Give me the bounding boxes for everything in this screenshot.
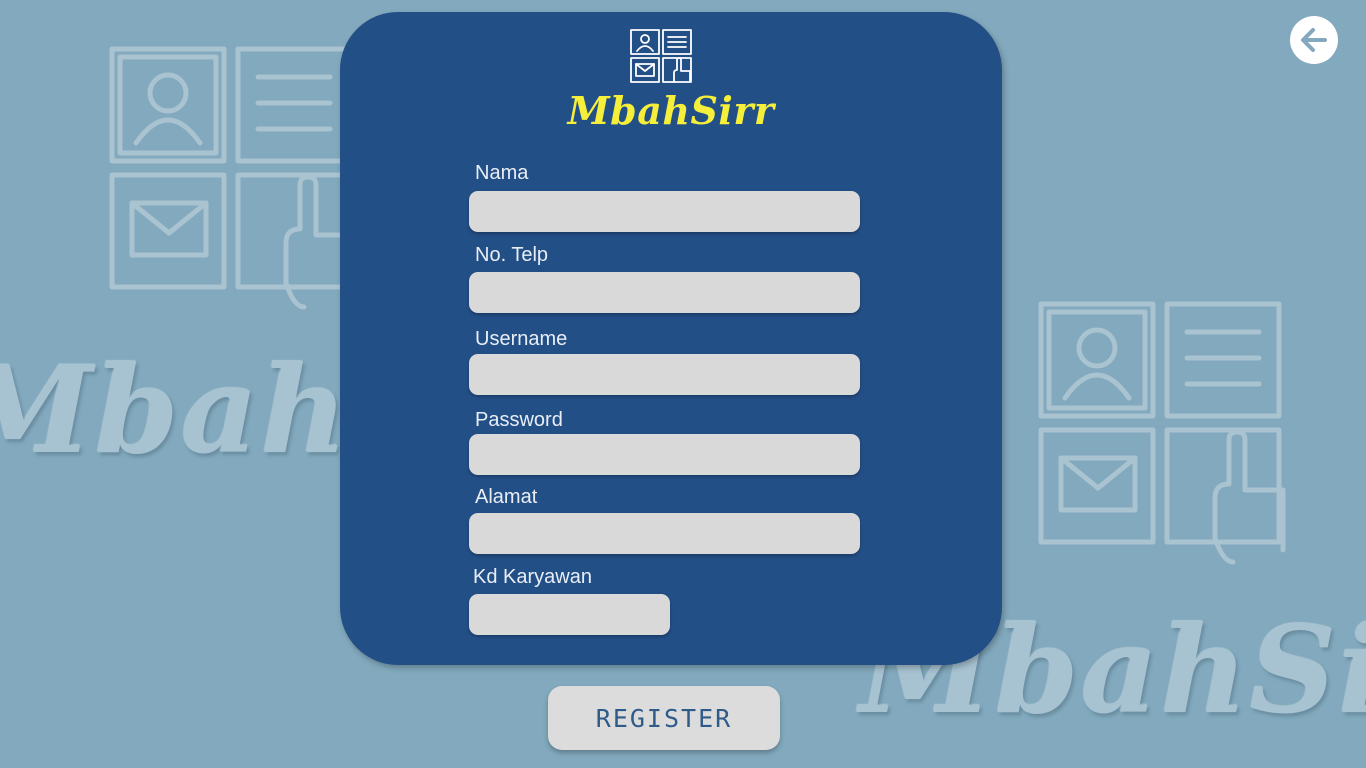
nama-input[interactable] <box>469 191 860 232</box>
form-grid-icon <box>630 29 692 83</box>
brand-logo-text: MbahSirr <box>567 88 775 133</box>
no-telp-input[interactable] <box>469 272 860 313</box>
password-label: Password <box>475 409 563 431</box>
logo <box>630 29 694 88</box>
background-emblem-right <box>1036 300 1288 570</box>
alamat-label: Alamat <box>475 486 538 508</box>
password-input[interactable] <box>469 434 860 475</box>
registration-card: MbahSirr Nama No. Telp Username Password… <box>340 12 1002 665</box>
username-label: Username <box>475 328 568 350</box>
form-grid-icon <box>1038 301 1286 565</box>
alamat-input[interactable] <box>469 513 860 554</box>
no-telp-label: No. Telp <box>475 244 549 266</box>
register-button[interactable]: REGISTER <box>548 686 780 750</box>
form-grid-icon <box>109 46 357 310</box>
background-emblem-left <box>108 45 358 315</box>
username-input[interactable] <box>469 354 860 395</box>
arrow-left-icon <box>1301 28 1327 52</box>
back-button[interactable] <box>1290 16 1338 64</box>
nama-label: Nama <box>475 162 529 184</box>
kd-karyawan-input[interactable] <box>469 594 670 635</box>
kd-karyawan-label: Kd Karyawan <box>473 566 592 588</box>
